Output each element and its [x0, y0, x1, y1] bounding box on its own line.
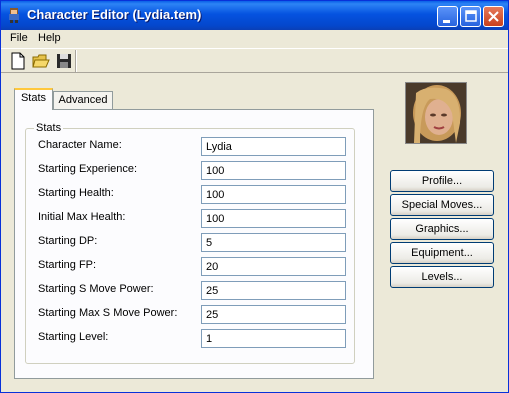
starting-health-label: Starting Health: [38, 187, 114, 199]
starting-max-s-move-power-field[interactable]: 25 [201, 305, 346, 324]
toolbar-separator [75, 50, 77, 72]
starting-fp-field[interactable]: 20 [201, 257, 346, 276]
menu-file[interactable]: File [10, 32, 28, 44]
window-title: Character Editor (Lydia.tem) [27, 7, 202, 22]
starting-max-s-move-power-label: Starting Max S Move Power: [38, 307, 178, 319]
special-moves-button[interactable]: Special Moves... [390, 194, 494, 216]
minimize-button[interactable] [437, 6, 458, 27]
starting-experience-field[interactable]: 100 [201, 161, 346, 180]
app-icon [9, 8, 19, 23]
close-icon [488, 11, 499, 22]
starting-s-move-power-label: Starting S Move Power: [38, 283, 154, 295]
starting-level-label: Starting Level: [38, 331, 109, 343]
save-disk-icon [57, 54, 71, 68]
save-file-button[interactable] [54, 51, 74, 71]
levels-button[interactable]: Levels... [390, 266, 494, 288]
stats-panel: Stats Character Name: Lydia Starting Exp… [14, 109, 374, 379]
new-file-icon [11, 52, 25, 70]
tab-advanced[interactable]: Advanced [53, 91, 113, 110]
starting-health-field[interactable]: 100 [201, 185, 346, 204]
menu-help[interactable]: Help [38, 32, 61, 44]
character-name-field[interactable]: Lydia [201, 137, 346, 156]
portrait-image [406, 83, 466, 143]
character-portrait [405, 82, 467, 144]
starting-fp-label: Starting FP: [38, 259, 97, 271]
maximize-button[interactable] [460, 6, 481, 27]
starting-s-move-power-field[interactable]: 25 [201, 281, 346, 300]
new-file-button[interactable] [8, 51, 28, 71]
character-editor-window: Character Editor (Lydia.tem) File Help S… [0, 0, 509, 393]
stats-groupbox: Stats Character Name: Lydia Starting Exp… [25, 122, 355, 364]
graphics-button[interactable]: Graphics... [390, 218, 494, 240]
character-name-label: Character Name: [38, 139, 122, 151]
starting-dp-label: Starting DP: [38, 235, 98, 247]
maximize-icon [465, 10, 477, 22]
starting-level-field[interactable]: 1 [201, 329, 346, 348]
open-file-button[interactable] [31, 51, 51, 71]
title-bar[interactable]: Character Editor (Lydia.tem) [1, 1, 508, 30]
initial-max-health-label: Initial Max Health: [38, 211, 126, 223]
starting-experience-label: Starting Experience: [38, 163, 138, 175]
close-button[interactable] [483, 6, 504, 27]
initial-max-health-field[interactable]: 100 [201, 209, 346, 228]
tab-stats[interactable]: Stats [14, 88, 53, 110]
toolbar [1, 48, 508, 73]
open-folder-icon [32, 54, 50, 68]
minimize-icon [443, 20, 450, 23]
stats-group-label: Stats [34, 122, 64, 134]
equipment-button[interactable]: Equipment... [390, 242, 494, 264]
menu-bar: File Help [1, 30, 508, 48]
profile-button[interactable]: Profile... [390, 170, 494, 192]
starting-dp-field[interactable]: 5 [201, 233, 346, 252]
